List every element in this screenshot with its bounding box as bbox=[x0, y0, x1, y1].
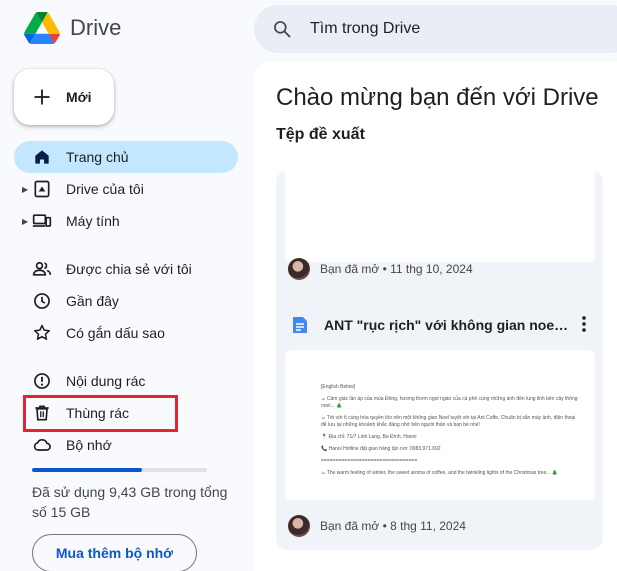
sidebar-item-label: Máy tính bbox=[66, 213, 120, 229]
preview-line: ☕ The warm feeling of winter, the sweet … bbox=[321, 470, 559, 476]
sidebar-item-label: Nội dung rác bbox=[66, 373, 146, 389]
file-card[interactable]: ANT "rục rịch" với không gian noel mớ...… bbox=[276, 300, 603, 550]
storage-progress-fill bbox=[32, 468, 143, 472]
page-title: Chào mừng bạn đến với Drive bbox=[276, 84, 599, 111]
clock-icon bbox=[34, 293, 50, 309]
sidebar-item-my-drive[interactable]: ▶ Drive của tôi bbox=[14, 173, 238, 205]
expand-caret-icon[interactable]: ▶ bbox=[22, 217, 28, 226]
expand-caret-icon[interactable]: ▶ bbox=[22, 185, 28, 194]
file-thumbnail[interactable] bbox=[285, 170, 595, 262]
sidebar-item-label: Bộ nhớ bbox=[66, 437, 112, 453]
search-bar[interactable]: Tìm trong Drive bbox=[254, 5, 617, 53]
drive-logo[interactable]: Drive bbox=[24, 12, 121, 44]
trash-highlight-annotation bbox=[23, 395, 178, 432]
avatar bbox=[288, 515, 310, 537]
sidebar-item-label: Drive của tôi bbox=[66, 181, 144, 197]
plus-icon bbox=[34, 89, 50, 105]
sidebar-item-spam[interactable]: Nội dung rác bbox=[14, 365, 238, 397]
sidebar-item-recent[interactable]: Gần đây bbox=[14, 285, 238, 317]
sidebar-item-home[interactable]: Trang chủ bbox=[14, 141, 238, 173]
preview-line: ☕ Tới với ổ cùng hóa quyền tôo nên một k… bbox=[321, 415, 576, 428]
preview-line: [English Below] bbox=[321, 384, 356, 390]
my-drive-icon bbox=[34, 180, 50, 198]
section-title: Tệp đề xuất bbox=[276, 126, 365, 143]
sidebar-item-shared[interactable]: Được chia sẻ với tôi bbox=[14, 253, 238, 285]
sidebar-item-label: Có gắn dấu sao bbox=[66, 325, 165, 341]
preview-line: ☕ Cảm giác lần áp của mùa Đông, hương th… bbox=[321, 396, 578, 409]
sidebar-item-starred[interactable]: Có gắn dấu sao bbox=[14, 317, 238, 349]
app-title: Drive bbox=[70, 15, 122, 40]
storage-usage-text: Đã sử dụng 9,43 GB trong tổng số 15 GB bbox=[32, 484, 228, 520]
file-title-row: ANT "rục rịch" với không gian noel mớ... bbox=[292, 316, 592, 334]
document-preview-text: [English Below] ☕ Cảm giác lần áp của mùa… bbox=[321, 384, 581, 482]
new-button-label: Mới bbox=[66, 89, 92, 105]
sidebar-item-label: Gần đây bbox=[66, 293, 119, 309]
preview-line: 📍 Địa chỉ: 71/7 Linh Lang, Ba Đình, Hano… bbox=[321, 434, 417, 440]
search-icon[interactable] bbox=[272, 19, 292, 39]
file-thumbnail[interactable]: [English Below] ☕ Cảm giác lần áp của mùa… bbox=[285, 350, 595, 500]
sidebar-item-label: Trang chủ bbox=[66, 149, 129, 165]
file-meta: Bạn đã mở • 11 thg 10, 2024 bbox=[288, 258, 473, 280]
drive-logo-icon bbox=[24, 12, 60, 44]
buy-storage-button[interactable]: Mua thêm bộ nhớ bbox=[32, 534, 197, 571]
avatar bbox=[288, 258, 310, 280]
new-button[interactable]: Mới bbox=[14, 69, 114, 125]
star-icon bbox=[34, 324, 50, 340]
cloud-icon bbox=[33, 439, 51, 451]
file-title: ANT "rục rịch" với không gian noel mớ... bbox=[324, 317, 569, 333]
search-input[interactable]: Tìm trong Drive bbox=[310, 20, 420, 38]
sidebar-item-label: Được chia sẻ với tôi bbox=[66, 261, 192, 277]
file-meta: Bạn đã mở • 8 thg 11, 2024 bbox=[288, 515, 466, 537]
file-meta-text: Bạn đã mở • 11 thg 10, 2024 bbox=[320, 262, 473, 276]
more-vert-icon[interactable] bbox=[576, 314, 592, 334]
preview-line: ================================= bbox=[321, 458, 418, 464]
spam-icon bbox=[34, 373, 50, 389]
sidebar-item-computers[interactable]: ▶ Máy tính bbox=[14, 205, 238, 237]
main-content: Chào mừng bạn đến với Drive Tệp đề xuất … bbox=[254, 62, 617, 571]
home-icon bbox=[35, 150, 49, 164]
computer-icon bbox=[32, 214, 52, 227]
storage-progress-bar bbox=[32, 468, 207, 472]
file-meta-text: Bạn đã mở • 8 thg 11, 2024 bbox=[320, 519, 466, 533]
people-icon bbox=[32, 261, 52, 276]
google-docs-icon bbox=[293, 317, 307, 333]
preview-line: 📞 Hanoi Hotline đặt giao hàng tận nơi: 0… bbox=[321, 446, 441, 452]
sidebar-item-storage[interactable]: Bộ nhớ bbox=[14, 429, 238, 461]
